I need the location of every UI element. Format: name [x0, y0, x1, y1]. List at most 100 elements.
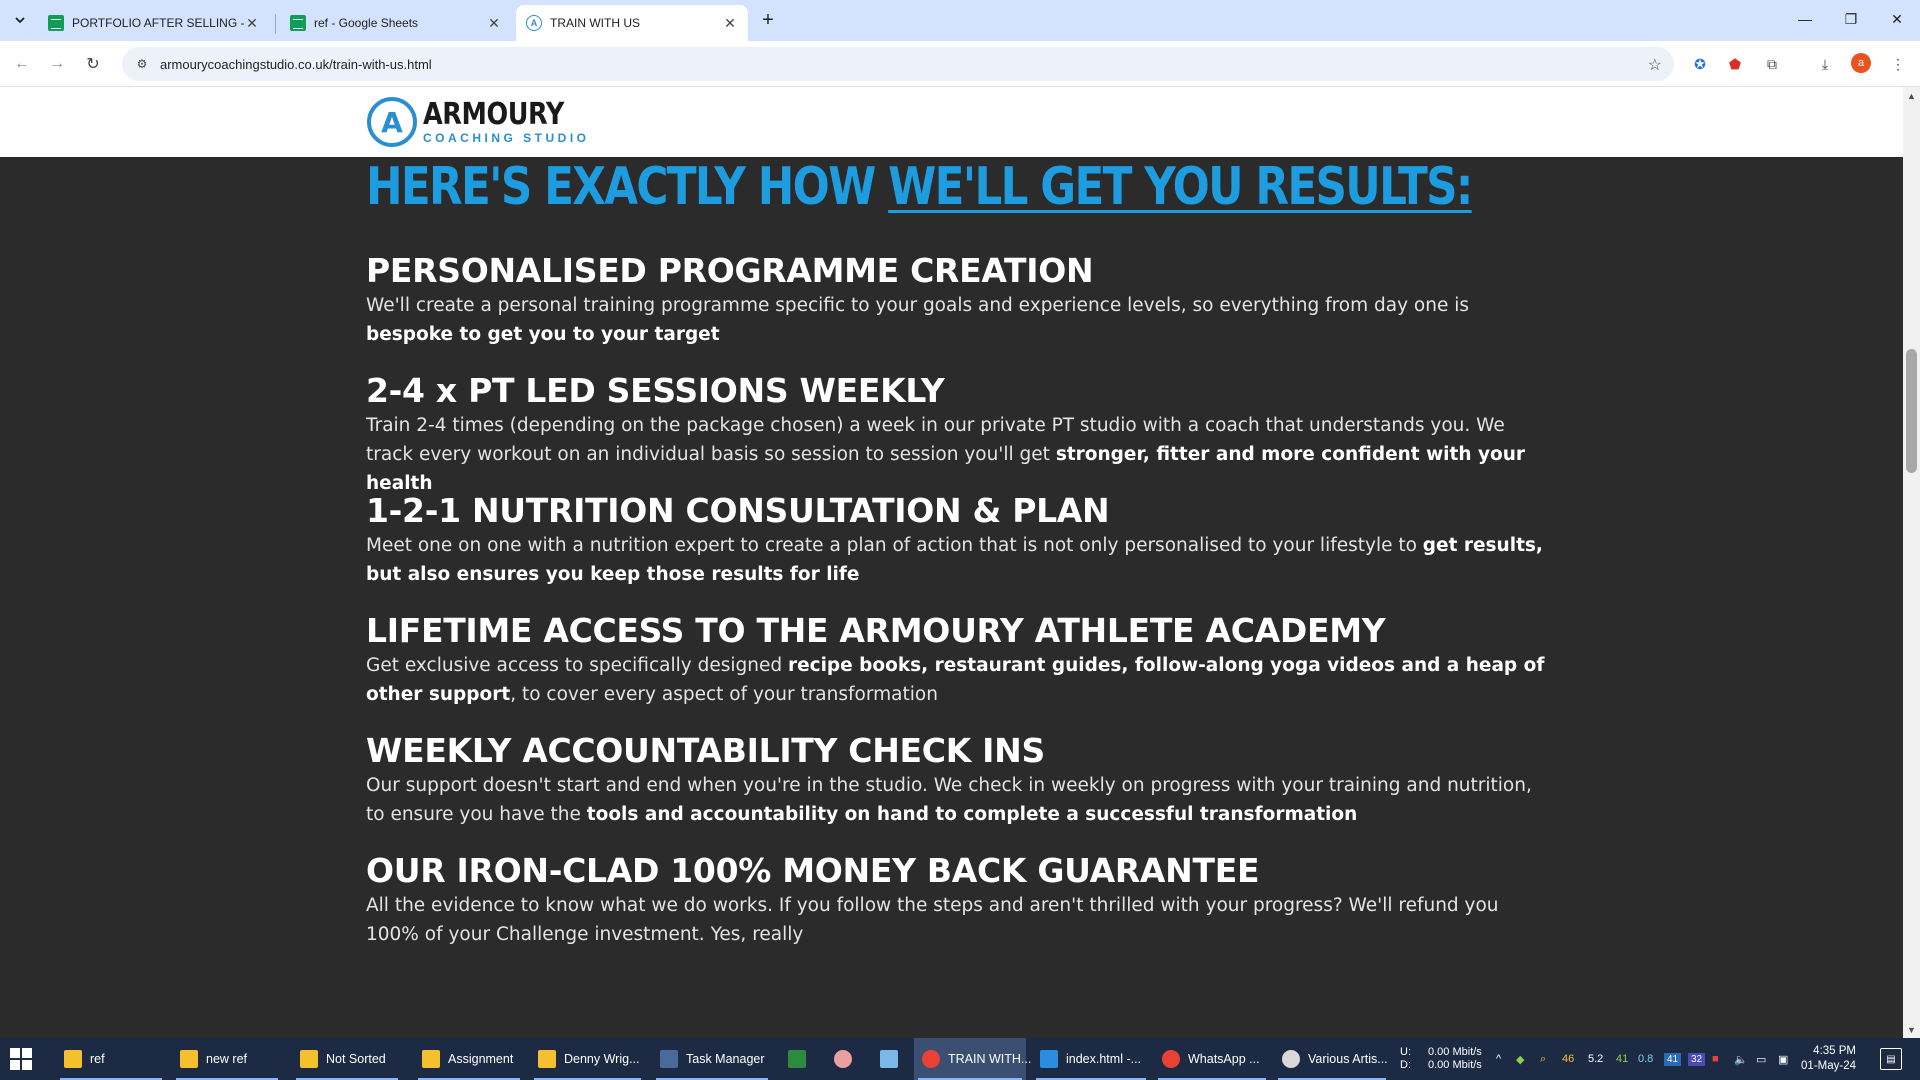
- feature-title: PERSONALISED PROGRAMME CREATION: [366, 251, 1094, 290]
- windows-taskbar: ref new ref Not Sorted Assignment Denny …: [0, 1038, 1920, 1080]
- restore-button[interactable]: ❐: [1836, 6, 1866, 32]
- download-icon[interactable]: ⤓: [1815, 54, 1835, 74]
- taskbar-item-whatsapp[interactable]: WhatsApp ...: [1154, 1038, 1270, 1080]
- taskbar-label: Not Sorted: [326, 1052, 386, 1066]
- reload-button[interactable]: ↻: [81, 52, 105, 76]
- taskbar-clock[interactable]: 4:35 PM 01-May-24: [1796, 1044, 1856, 1074]
- back-button[interactable]: ←: [10, 52, 34, 76]
- net-up-label: U:: [1400, 1046, 1411, 1058]
- feature-title: LIFETIME ACCESS TO THE ARMOURY ATHLETE A…: [366, 611, 1386, 650]
- sheets-icon: [48, 15, 64, 31]
- tab-divider: [275, 14, 276, 34]
- network-icon[interactable]: ▣: [1778, 1038, 1788, 1080]
- taskbar-item-denny[interactable]: Denny Wrig...: [530, 1038, 645, 1080]
- battery-icon[interactable]: ▭: [1756, 1038, 1766, 1080]
- notification-center-icon[interactable]: ▤: [1880, 1048, 1902, 1070]
- extensions-puzzle-icon[interactable]: ⧉: [1762, 54, 1782, 74]
- tray-security-icon[interactable]: ■: [1712, 1038, 1719, 1080]
- feature-text: Meet one on one with a nutrition expert …: [366, 535, 1543, 585]
- site-logo[interactable]: A ARMOURY COACHING STUDIO: [367, 97, 590, 147]
- net-up-value: 0.00 Mbit/s: [1428, 1046, 1482, 1058]
- app-icon: [834, 1050, 852, 1068]
- feature-item: OUR IRON-CLAD 100% MONEY BACK GUARANTEE …: [366, 851, 1546, 949]
- feature-item: 2-4 x PT LED SESSIONS WEEKLY Train 2-4 t…: [366, 371, 1546, 498]
- vscode-icon: [1040, 1050, 1058, 1068]
- close-tab-icon[interactable]: ✕: [486, 15, 502, 32]
- tray-badge-2[interactable]: 32: [1688, 1038, 1706, 1080]
- scroll-up-arrow-icon[interactable]: ▲: [1903, 87, 1920, 104]
- net-down-value: 0.00 Mbit/s: [1428, 1059, 1482, 1071]
- taskbar-item-notepad[interactable]: [872, 1038, 906, 1080]
- scroll-thumb[interactable]: [1906, 349, 1917, 473]
- results-headline: HERE'S EXACTLY HOW WE'LL GET YOU RESULTS…: [366, 157, 1473, 217]
- headline-part1: HERE'S EXACTLY HOW: [366, 157, 889, 217]
- taskbar-label: Various Artis...: [1308, 1052, 1388, 1066]
- feature-text: Get exclusive access to specifically des…: [366, 655, 1545, 705]
- address-bar[interactable]: ⚙ armourycoachingstudio.co.uk/train-with…: [122, 47, 1674, 81]
- site-info-icon[interactable]: ⚙: [134, 56, 150, 72]
- browser-tab-bar: PORTFOLIO AFTER SELLING - G ✕ ref - Goog…: [0, 0, 1920, 41]
- headline-part2: WE'LL GET YOU RESULTS:: [888, 157, 1473, 217]
- close-tab-icon[interactable]: ✕: [722, 15, 738, 32]
- tray-app-icon[interactable]: ◆: [1516, 1038, 1524, 1080]
- net-down-label: D:: [1400, 1059, 1411, 1071]
- tab-title: ref - Google Sheets: [314, 16, 419, 30]
- shield-icon[interactable]: ⬟: [1725, 54, 1745, 74]
- tray-stat-4: 0.8: [1638, 1053, 1654, 1065]
- logo-name: ARMOURY: [423, 97, 564, 132]
- feature-item: LIFETIME ACCESS TO THE ARMOURY ATHLETE A…: [366, 611, 1546, 709]
- folder-icon: [180, 1050, 198, 1068]
- tab-title: TRAIN WITH US: [550, 16, 640, 30]
- tab-title: PORTFOLIO AFTER SELLING - G: [72, 16, 244, 30]
- new-tab-button[interactable]: +: [756, 8, 780, 32]
- tray-stat-2: 5.2: [1588, 1053, 1604, 1065]
- taskbar-label: index.html -...: [1066, 1052, 1142, 1066]
- minimize-button[interactable]: —: [1790, 6, 1820, 32]
- volume-icon[interactable]: 🔈: [1734, 1038, 1748, 1080]
- taskbar-label: WhatsApp ...: [1188, 1052, 1260, 1066]
- feature-text: Train 2-4 times (depending on the packag…: [366, 415, 1526, 494]
- tray-chevron-icon[interactable]: ^: [1496, 1038, 1501, 1080]
- folder-icon: [300, 1050, 318, 1068]
- tab-ref-sheets[interactable]: ref - Google Sheets ✕: [280, 5, 512, 41]
- feature-text: We'll create a personal training program…: [366, 295, 1469, 345]
- folder-icon: [538, 1050, 556, 1068]
- feature-item: PERSONALISED PROGRAMME CREATION We'll cr…: [366, 251, 1546, 349]
- menu-kebab-icon[interactable]: ⋮: [1888, 54, 1908, 74]
- taskbar-item-ref[interactable]: ref: [56, 1038, 166, 1080]
- taskbar-item-assignment[interactable]: Assignment: [414, 1038, 524, 1080]
- tab-portfolio[interactable]: PORTFOLIO AFTER SELLING - G ✕: [38, 5, 270, 41]
- tray-stat-3: 41: [1616, 1053, 1629, 1065]
- tab-search-button[interactable]: [8, 8, 32, 32]
- forward-button[interactable]: →: [45, 52, 69, 76]
- feature-item: 1-2-1 NUTRITION CONSULTATION & PLAN Meet…: [366, 491, 1546, 589]
- tab-train-with-us[interactable]: A TRAIN WITH US ✕: [516, 5, 748, 41]
- net-meter-values: 0.00 Mbit/s 0.00 Mbit/s: [1428, 1038, 1482, 1080]
- feature-text: All the evidence to know what we do work…: [366, 895, 1499, 945]
- tray-search-icon[interactable]: ⌕: [1540, 1038, 1546, 1080]
- taskbar-item-various-artists[interactable]: Various Artis...: [1274, 1038, 1390, 1080]
- profile-avatar[interactable]: a: [1851, 53, 1871, 73]
- taskbar-item-vscode[interactable]: index.html -...: [1032, 1038, 1150, 1080]
- close-tab-icon[interactable]: ✕: [244, 15, 260, 32]
- taskbar-item-new-ref[interactable]: new ref: [172, 1038, 282, 1080]
- site-header: A ARMOURY COACHING STUDIO: [0, 87, 1903, 157]
- scroll-down-arrow-icon[interactable]: ▼: [1903, 1021, 1920, 1038]
- taskbar-item-task-manager[interactable]: Task Manager: [652, 1038, 772, 1080]
- taskbar-item-not-sorted[interactable]: Not Sorted: [292, 1038, 402, 1080]
- taskbar-item-spreadsheet[interactable]: [780, 1038, 814, 1080]
- bookmark-star-icon[interactable]: ☆: [1648, 55, 1662, 75]
- feature-title: OUR IRON-CLAD 100% MONEY BACK GUARANTEE: [366, 851, 1260, 890]
- tray-badge-value: 32: [1688, 1052, 1706, 1066]
- taskbar-label: new ref: [206, 1052, 247, 1066]
- close-window-button[interactable]: ✕: [1882, 6, 1912, 32]
- url-text[interactable]: armourycoachingstudio.co.uk/train-with-u…: [160, 57, 432, 72]
- tray-badge-1[interactable]: 41: [1664, 1038, 1682, 1080]
- extension-icon[interactable]: ✪: [1690, 54, 1710, 74]
- app-icon: [1282, 1050, 1300, 1068]
- page-scrollbar[interactable]: ▲ ▼: [1903, 87, 1920, 1038]
- taskbar-item-app[interactable]: [826, 1038, 860, 1080]
- windows-start-icon[interactable]: [10, 1048, 32, 1070]
- spreadsheet-icon: [788, 1050, 806, 1068]
- taskbar-item-chrome-train[interactable]: TRAIN WITH...: [914, 1038, 1031, 1080]
